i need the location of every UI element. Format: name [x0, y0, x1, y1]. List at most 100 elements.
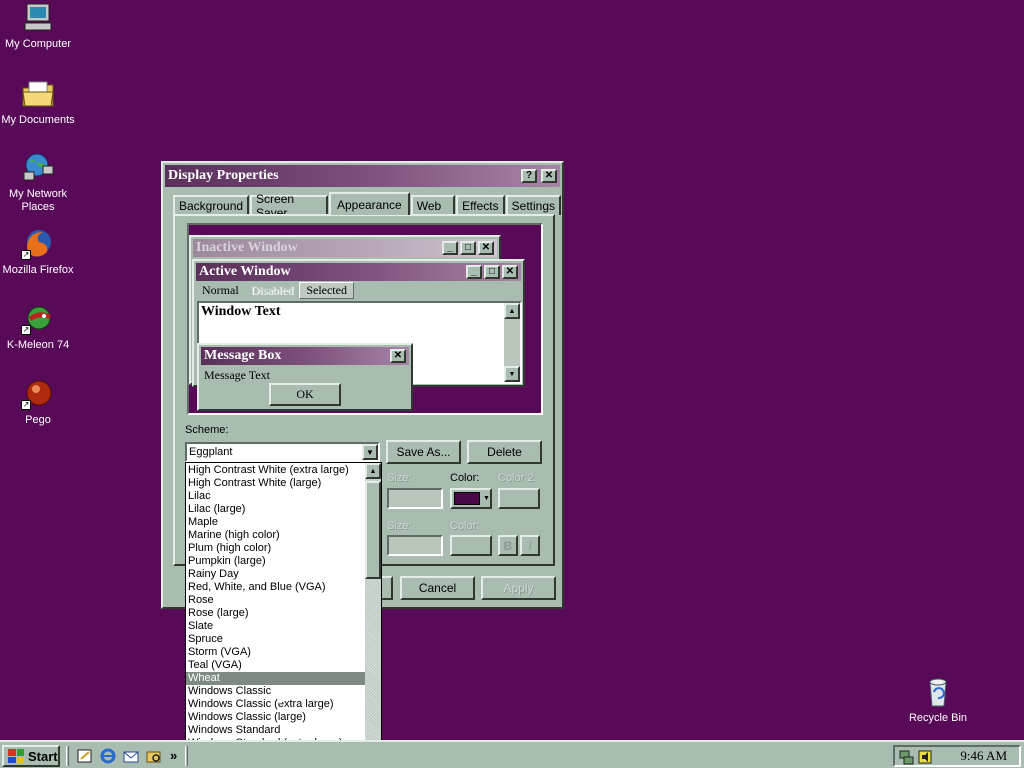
network-tray-icon[interactable]	[899, 749, 915, 768]
scheme-list-item[interactable]: High Contrast White (extra large)	[186, 464, 366, 477]
kmeleon-icon: ↗	[21, 303, 55, 335]
desktop-icon-pego[interactable]: ↗ Pego	[0, 378, 76, 427]
help-button[interactable]: ?	[521, 169, 537, 183]
close-icon: ✕	[390, 349, 406, 363]
font-color-picker-button[interactable]	[450, 535, 492, 556]
system-tray: 9:46 AM	[893, 745, 1021, 767]
inactive-window-title: Inactive Window	[196, 240, 298, 255]
dialog-titlebar[interactable]: Display Properties ? ✕	[165, 165, 560, 187]
font-size-dropdown[interactable]	[387, 535, 443, 556]
scheme-list-item[interactable]: Storm (VGA)	[186, 646, 366, 659]
dialog-title: Display Properties	[168, 168, 279, 183]
recycle-bin-icon	[921, 676, 955, 708]
shortcut-arrow-icon: ↗	[21, 250, 31, 260]
close-icon: ✕	[502, 265, 518, 279]
message-box-titlebar: Message Box ✕	[201, 347, 409, 365]
shortcut-arrow-icon: ↗	[21, 400, 31, 410]
italic-button[interactable]: I	[520, 535, 540, 556]
my-computer-icon	[21, 2, 55, 34]
minimize-icon: _	[466, 265, 482, 279]
start-button[interactable]: Start	[2, 745, 60, 767]
scheme-list-item[interactable]: Lilac	[186, 490, 366, 503]
scheme-list[interactable]: High Contrast White (extra large) High Co…	[185, 462, 382, 763]
size-spinner[interactable]	[387, 488, 443, 509]
scheme-dropdown[interactable]: Eggplant ▼	[185, 442, 380, 462]
tab-settings[interactable]: Settings	[505, 195, 561, 215]
delete-button[interactable]: Delete	[467, 440, 542, 464]
font-size-label: Size:	[387, 520, 412, 532]
cancel-button[interactable]: Cancel	[400, 576, 475, 600]
color-swatch	[454, 492, 480, 505]
scheme-list-item[interactable]: Rose (large)	[186, 607, 366, 620]
minimize-icon: _	[442, 241, 458, 255]
desktop-icon-label: Recycle Bin	[908, 712, 968, 724]
tab-background[interactable]: Background	[173, 195, 250, 215]
scheme-list-item[interactable]: Spruce	[186, 633, 366, 646]
message-text: Message Text	[204, 368, 270, 382]
maximize-icon: □	[484, 265, 500, 279]
font-color-label: Color:	[450, 520, 480, 532]
desktop-icon-my-computer[interactable]: My Computer	[0, 2, 76, 51]
color2-label: Color 2:	[498, 472, 537, 484]
scheme-list-item[interactable]: Windows Classic (large)	[186, 711, 366, 724]
scheme-value: Eggplant	[189, 446, 233, 458]
bold-button[interactable]: B	[498, 535, 518, 556]
scheme-list-item[interactable]: Marine (high color)	[186, 529, 366, 542]
firefox-icon: ↗	[21, 228, 55, 260]
save-as-button[interactable]: Save As...	[386, 440, 461, 464]
volume-tray-icon[interactable]	[917, 749, 933, 768]
desktop-icon-kmeleon[interactable]: ↗ K-Meleon 74	[0, 303, 76, 352]
outlook-express-icon[interactable]	[122, 747, 140, 765]
close-button[interactable]: ✕	[541, 169, 557, 183]
network-places-icon	[21, 152, 55, 184]
scroll-up-icon[interactable]: ▲	[365, 463, 381, 479]
color2-picker-button[interactable]	[498, 488, 540, 509]
quicklaunch-chevron[interactable]: »	[170, 748, 177, 763]
chevron-down-icon[interactable]: ▼	[362, 444, 378, 460]
scheme-list-item[interactable]: Rose	[186, 594, 366, 607]
scheme-list-item[interactable]: Teal (VGA)	[186, 659, 366, 672]
internet-explorer-icon[interactable]	[99, 747, 117, 765]
preview-ok-button: OK	[269, 383, 341, 406]
tab-appearance[interactable]: Appearance	[328, 192, 410, 215]
start-label: Start	[28, 748, 58, 764]
scheme-list-item[interactable]: Windows Standard	[186, 724, 366, 737]
scheme-list-item[interactable]: Rainy Day	[186, 568, 366, 581]
my-documents-icon	[21, 78, 55, 110]
scheme-list-item[interactable]: High Contrast White (large)	[186, 477, 366, 490]
desktop-icon-network-places[interactable]: My Network Places	[0, 152, 76, 214]
appearance-preview[interactable]: Inactive Window _ □ ✕ Active Window _ □ …	[187, 223, 543, 415]
close-icon: ✕	[478, 241, 494, 255]
scroll-up-icon: ▲	[504, 303, 520, 319]
show-desktop-icon[interactable]	[76, 747, 94, 765]
tab-effects[interactable]: Effects	[456, 195, 505, 215]
color-picker-button[interactable]: ▼	[450, 488, 492, 509]
scheme-list-item[interactable]: Maple	[186, 516, 366, 529]
apply-button[interactable]: Apply	[481, 576, 556, 600]
scheme-list-item[interactable]: Plum (high color)	[186, 542, 366, 555]
active-window-titlebar: Active Window _ □ ✕	[196, 263, 521, 281]
desktop-icon-my-documents[interactable]: My Documents	[0, 78, 76, 127]
windows-explorer-icon[interactable]	[145, 747, 163, 765]
scheme-list-item[interactable]: Red, White, and Blue (VGA)	[186, 581, 366, 594]
clock[interactable]: 9:46 AM	[960, 748, 1007, 764]
scroll-thumb[interactable]	[365, 481, 381, 579]
desktop-icon-recycle-bin[interactable]: Recycle Bin	[900, 676, 976, 725]
color-label: Color:	[450, 472, 480, 484]
scheme-list-item[interactable]: Pumpkin (large)	[186, 555, 366, 568]
quicklaunch-divider	[66, 746, 69, 766]
active-window-title: Active Window	[199, 264, 291, 279]
desktop-icon-label: Mozilla Firefox	[2, 264, 74, 276]
desktop-icon-label: Pego	[25, 414, 51, 426]
window-text: Window Text	[201, 304, 281, 319]
scheme-list-item[interactable]: Wheat	[186, 672, 366, 685]
desktop-icon-label: K-Meleon 74	[6, 339, 70, 351]
desktop-icon-firefox[interactable]: ↗ Mozilla Firefox	[0, 228, 76, 277]
tab-screen-saver[interactable]: Screen Saver	[250, 192, 328, 220]
scheme-list-item[interactable]: Lilac (large)	[186, 503, 366, 516]
shortcut-arrow-icon: ↗	[21, 325, 31, 335]
tab-web[interactable]: Web	[410, 195, 456, 215]
desktop-icon-label: My Documents	[1, 114, 75, 126]
scheme-list-scrollbar[interactable]: ▲ ▼	[365, 463, 381, 762]
scheme-list-item[interactable]: Slate	[186, 620, 366, 633]
